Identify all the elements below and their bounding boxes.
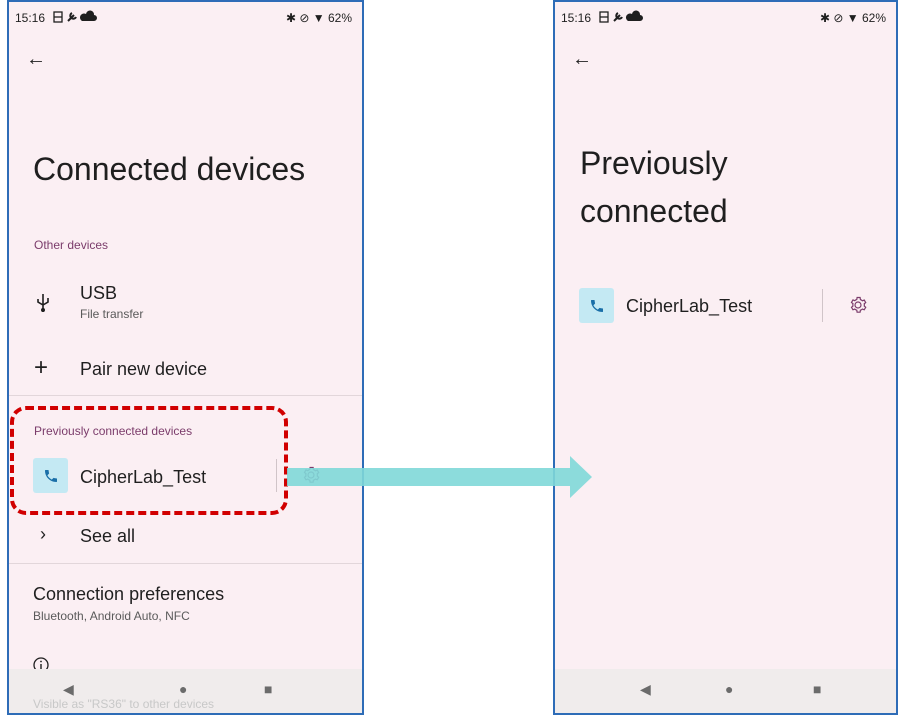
status-notification-icons: [599, 10, 647, 27]
notification-icons: [599, 10, 643, 23]
back-arrow-icon[interactable]: ←: [26, 48, 46, 71]
plus-icon: +: [33, 354, 48, 381]
usb-title: USB: [80, 283, 118, 303]
device-settings-gear-icon[interactable]: [849, 296, 867, 319]
see-all-label: See all: [80, 526, 136, 546]
navigation-bar: Visible as "RS36" to other devices ◀ ● ■: [9, 669, 362, 713]
page-title: Connected devices: [33, 151, 306, 187]
other-devices-header: Other devices: [34, 238, 109, 252]
connection-preferences-title: Connection preferences: [33, 584, 225, 604]
pair-new-device-label: Pair new device: [80, 359, 208, 379]
status-bar: 15:16 ✱ ⊘ ▼ 62%: [15, 10, 352, 29]
page-title-line2: connected: [580, 193, 728, 229]
navigation-bar: ◀ ● ■: [555, 669, 896, 713]
status-notification-icons: [53, 10, 101, 27]
page-title-line1: Previously: [580, 145, 728, 181]
phone-icon: [579, 288, 614, 323]
status-time: 15:16: [15, 11, 46, 25]
nav-home-icon[interactable]: ●: [725, 681, 733, 697]
visible-as-text: Visible as "RS36" to other devices: [33, 697, 215, 711]
status-time: 15:16: [561, 11, 592, 25]
highlight-dashed-box: [10, 406, 288, 515]
connected-devices-screen: 15:16 ✱ ⊘ ▼ 62% ← Connected devices Othe…: [7, 0, 364, 715]
nav-home-icon[interactable]: ●: [179, 681, 187, 697]
nav-recents-icon[interactable]: ■: [813, 681, 821, 697]
connection-preferences-subtitle: Bluetooth, Android Auto, NFC: [33, 609, 190, 623]
back-arrow-icon[interactable]: ←: [572, 48, 592, 71]
status-system-icons: ✱ ⊘ ▼ 62%: [285, 11, 352, 25]
nav-back-icon[interactable]: ◀: [640, 681, 651, 698]
status-system-icons: ✱ ⊘ ▼ 62%: [819, 11, 886, 25]
vertical-divider: [822, 289, 823, 322]
previously-connected-screen: 15:16 ✱ ⊘ ▼ 62% ← Previously connected C…: [553, 0, 898, 715]
status-bar: 15:16 ✱ ⊘ ▼ 62%: [561, 10, 886, 29]
nav-back-icon[interactable]: ◀: [63, 681, 74, 698]
chevron-right-icon: ›: [40, 524, 46, 544]
device-name: CipherLab_Test: [626, 296, 753, 316]
transition-arrow: [287, 456, 592, 498]
divider: [9, 563, 362, 564]
notification-icons: [53, 10, 97, 23]
usb-icon: [32, 294, 54, 317]
nav-recents-icon[interactable]: ■: [264, 681, 272, 697]
usb-subtitle: File transfer: [80, 307, 144, 321]
divider: [9, 395, 362, 396]
